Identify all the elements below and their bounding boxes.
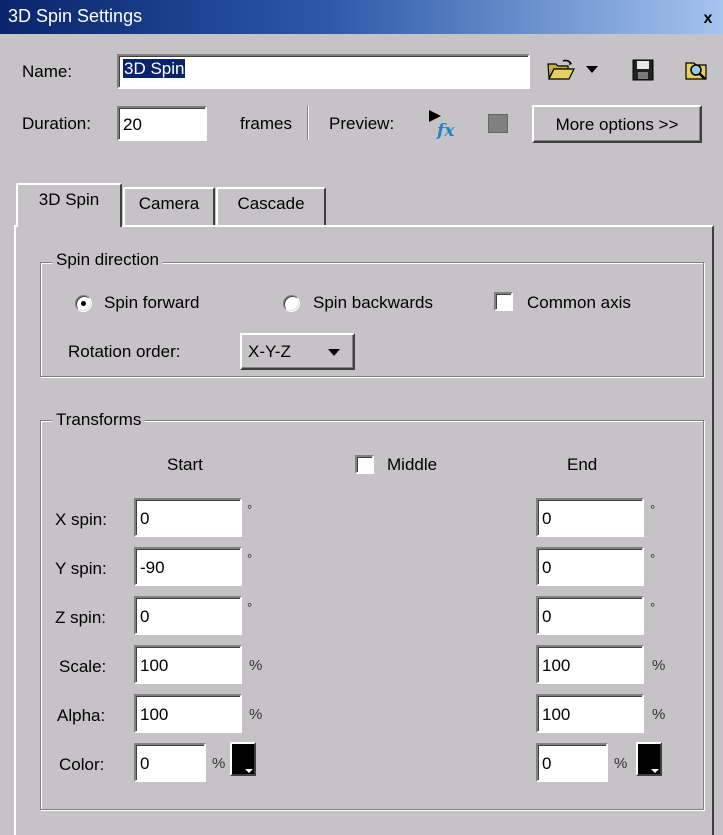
scale-start-unit: % [249, 657, 263, 674]
dropdown-arrow-icon[interactable] [586, 66, 598, 73]
more-options-button[interactable]: More options >> [532, 105, 702, 143]
x-spin-end-field[interactable] [536, 498, 644, 537]
stop-icon[interactable] [488, 114, 508, 133]
save-icon[interactable] [632, 59, 654, 81]
y-spin-end-field[interactable] [536, 547, 644, 586]
x-spin-end-unit: ° [650, 502, 656, 517]
color-start-swatch[interactable] [230, 742, 256, 776]
preview-label: Preview: [329, 114, 395, 133]
z-spin-end-unit: ° [650, 600, 656, 615]
scale-end-field[interactable] [536, 645, 644, 684]
y-spin-end-unit: ° [650, 551, 656, 566]
x-spin-label: X spin: [55, 510, 107, 529]
rotation-order-select[interactable]: X-Y-Z [240, 333, 355, 370]
tab-cascade[interactable]: Cascade [216, 187, 326, 225]
toolbar-separator [307, 106, 309, 140]
spin-direction-legend: Spin direction [52, 250, 164, 270]
window-title: 3D Spin Settings [8, 6, 143, 26]
color-end-swatch[interactable] [636, 742, 662, 776]
name-label: Name: [22, 62, 73, 81]
rotation-order-label: Rotation order: [68, 342, 181, 361]
middle-checkbox[interactable] [355, 455, 374, 474]
z-spin-label: Z spin: [55, 608, 107, 627]
common-axis-checkbox[interactable] [494, 292, 513, 311]
chevron-down-icon [328, 349, 340, 356]
active-tab-joiner [18, 224, 120, 228]
y-spin-start-unit: ° [247, 551, 253, 566]
middle-label: Middle [387, 455, 438, 474]
alpha-end-unit: % [652, 706, 666, 723]
y-spin-start-field[interactable] [134, 547, 242, 586]
alpha-start-unit: % [249, 706, 263, 723]
title-bar: 3D Spin Settings x [0, 0, 723, 34]
rotation-order-value: X-Y-Z [248, 342, 291, 361]
spin-backwards-label: Spin backwards [313, 293, 434, 312]
scale-end-unit: % [652, 657, 666, 674]
color-end-field[interactable] [536, 743, 608, 782]
duration-label: Duration: [22, 114, 91, 133]
color-start-field[interactable] [134, 743, 206, 782]
chevron-down-icon [651, 769, 659, 773]
open-folder-icon[interactable] [546, 58, 576, 82]
alpha-end-field[interactable] [536, 694, 644, 733]
scale-label: Scale: [59, 657, 107, 676]
alpha-label: Alpha: [57, 706, 106, 725]
tab-3d-spin[interactable]: 3D Spin [16, 183, 122, 227]
duration-unit: frames [240, 114, 292, 133]
scale-start-field[interactable] [134, 645, 242, 684]
radio-dot [81, 301, 86, 306]
preview-fx-icon[interactable]: fx [425, 104, 461, 141]
color-end-unit: % [614, 755, 628, 772]
name-field-value: 3D Spin [123, 59, 186, 78]
start-header: Start [167, 455, 203, 474]
alpha-start-field[interactable] [134, 694, 242, 733]
common-axis-label: Common axis [527, 293, 631, 312]
spin-forward-label: Spin forward [104, 293, 200, 312]
chevron-down-icon [245, 769, 253, 773]
end-header: End [567, 455, 598, 474]
svg-text:fx: fx [436, 121, 455, 140]
x-spin-start-field[interactable] [134, 498, 242, 537]
name-field[interactable]: 3D Spin [117, 54, 530, 89]
duration-field[interactable] [117, 106, 207, 141]
y-spin-label: Y spin: [55, 559, 107, 578]
z-spin-start-field[interactable] [134, 596, 242, 635]
z-spin-end-field[interactable] [536, 596, 644, 635]
z-spin-start-unit: ° [247, 600, 253, 615]
tab-camera[interactable]: Camera [123, 187, 215, 225]
color-start-unit: % [212, 755, 226, 772]
spin-forward-radio[interactable] [75, 295, 92, 312]
x-spin-start-unit: ° [247, 502, 253, 517]
find-icon[interactable] [684, 57, 710, 83]
close-button[interactable]: x [700, 11, 716, 28]
color-label: Color: [59, 755, 105, 774]
spin-backwards-radio[interactable] [283, 295, 300, 312]
transforms-legend: Transforms [52, 410, 146, 430]
